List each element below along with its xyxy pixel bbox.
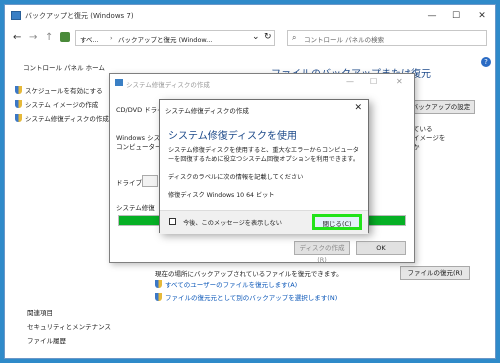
search-placeholder: コントロール パネルの検索	[304, 36, 385, 44]
shield-icon	[15, 114, 22, 122]
link-label: すべてのユーザーのファイルを復元します(A)	[165, 281, 298, 289]
file-history-link[interactable]: ファイル履歴	[27, 335, 66, 345]
search-input[interactable]: ⌕ コントロール パネルの検索	[287, 30, 487, 46]
close-icon[interactable]: ✕	[354, 103, 362, 113]
close-button-label: 閉じる(C)	[322, 220, 352, 228]
help-icon[interactable]: ?	[481, 57, 491, 67]
forward-arrow-icon[interactable]: →	[29, 32, 37, 44]
shield-icon	[15, 100, 22, 108]
close-button[interactable]: ✕	[473, 9, 491, 23]
description-partial-2: コンピューター	[116, 143, 162, 151]
breadcrumb-all[interactable]: すべ...	[80, 34, 99, 44]
breadcrumb-backup-restore[interactable]: バックアップと復元 (Window...	[118, 34, 212, 44]
close-dialog-button[interactable]: 閉じる(C)	[312, 214, 362, 230]
backup-restore-window: バックアップと復元 (Windows 7) — ☐ ✕ ← → ↑ すべ... …	[4, 4, 496, 359]
up-arrow-icon[interactable]: ↑	[45, 32, 53, 44]
dialog-title: システム修復ディスクの作成	[126, 81, 210, 89]
sidebar-item-create-system-image[interactable]: システム イメージの作成	[15, 99, 98, 109]
shield-icon	[155, 293, 162, 301]
shield-icon	[15, 86, 22, 94]
control-panel-home-link[interactable]: コントロール パネル ホーム	[23, 62, 105, 72]
select-other-backup-link[interactable]: ファイルの復元元として別のバックアップを選択します(N)	[155, 292, 337, 302]
window-title: バックアップと復元 (Windows 7)	[25, 12, 134, 20]
disc-icon	[115, 79, 123, 86]
restore-all-users-link[interactable]: すべてのユーザーのファイルを復元します(A)	[155, 279, 297, 289]
dont-show-again-checkbox[interactable]	[169, 218, 176, 225]
restore-files-button[interactable]: ファイルの復元(R)	[400, 266, 470, 280]
see-also-heading: 関連項目	[27, 309, 53, 317]
dialog-title: システム修復ディスクの作成	[165, 107, 249, 115]
minimize-button[interactable]: —	[423, 9, 441, 23]
sidebar-item-create-repair-disc[interactable]: システム修復ディスクの作成	[15, 113, 109, 123]
status-label: システム修復	[116, 204, 155, 212]
link-label: ファイルの復元元として別のバックアップを選択します(N)	[165, 294, 338, 302]
dialog-body-text: システム修復ディスクを使用すると、重大なエラーからコンピューターを回復するために…	[168, 147, 360, 163]
address-field[interactable]: すべ... › バックアップと復元 (Window... ⌄ ↻	[75, 30, 275, 46]
title-bar: バックアップと復元 (Windows 7) — ☐ ✕	[5, 5, 495, 27]
disc-label-text: 修復ディスク Windows 10 64 ビット	[168, 192, 275, 199]
search-icon: ⌕	[292, 33, 297, 42]
sidebar-item-enable-schedule[interactable]: スケジュールを有効にする	[15, 85, 103, 95]
close-icon[interactable]: ✕	[396, 77, 403, 86]
chevron-right-icon: ›	[110, 34, 113, 42]
refresh-icon[interactable]: ↻	[264, 32, 272, 42]
address-bar: ← → ↑ すべ... › バックアップと復元 (Window... ⌄ ↻ ⌕…	[5, 27, 495, 49]
sidebar-item-label: システム修復ディスクの作成	[25, 115, 109, 123]
sidebar-item-label: システム イメージの作成	[25, 101, 99, 109]
dont-show-again-label[interactable]: 今後、このメッセージを表示しない	[183, 218, 282, 227]
maximize-icon[interactable]: ☐	[370, 77, 377, 86]
shield-icon	[155, 280, 162, 288]
chevron-down-icon[interactable]: ⌄	[252, 32, 260, 42]
control-panel-icon	[11, 11, 21, 20]
maximize-button[interactable]: ☐	[447, 9, 465, 23]
label-instruction: ディスクのラベルに次の情報を記載してください	[168, 174, 304, 181]
dialog-title-bar: システム修復ディスクの作成 — ☐ ✕	[110, 74, 414, 92]
create-disc-button[interactable]: ディスクの作成(R)	[294, 241, 350, 264]
ok-button[interactable]: OK	[356, 241, 406, 255]
sidebar-item-label: スケジュールを有効にする	[25, 87, 103, 95]
restore-description: 現在の場所にバックアップされているファイルを復元できます。	[155, 270, 343, 278]
drive-select[interactable]	[142, 175, 158, 187]
dialog-heading: システム修復ディスクを使用	[168, 131, 297, 142]
back-arrow-icon[interactable]: ←	[13, 32, 21, 44]
use-repair-disc-dialog: システム修復ディスクの作成 ✕ システム修復ディスクを使用 システム修復ディスク…	[159, 99, 369, 234]
setup-backup-button[interactable]: バックアップの設定	[407, 100, 475, 114]
dialog-footer: 今後、このメッセージを表示しない 閉じる(C)	[160, 210, 368, 234]
security-maintenance-link[interactable]: セキュリティとメンテナンス	[27, 321, 111, 331]
minimize-icon[interactable]: —	[346, 77, 354, 86]
control-panel-folder-icon	[60, 32, 70, 42]
